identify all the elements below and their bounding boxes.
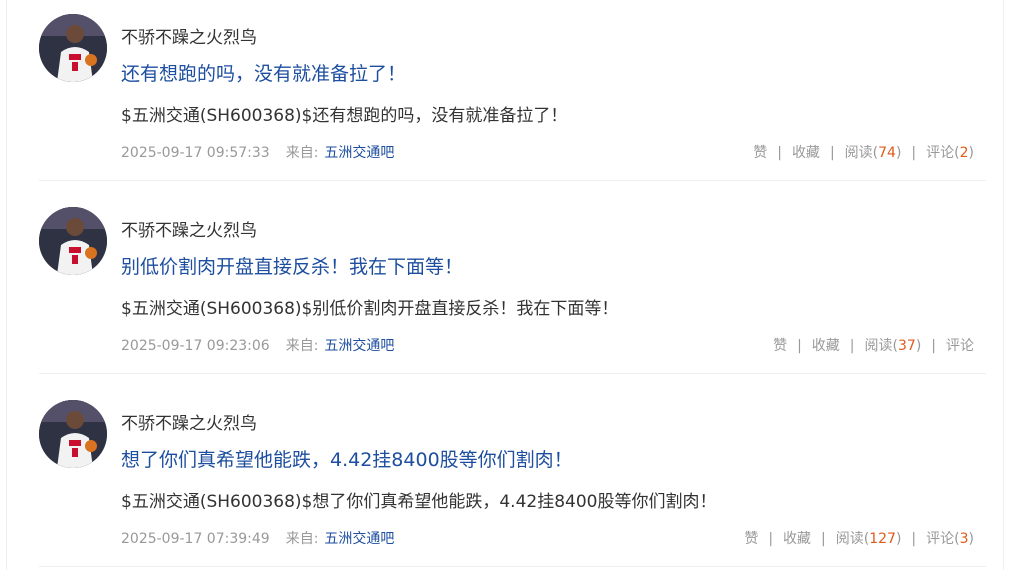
- action-separator: |: [821, 531, 826, 547]
- avatar[interactable]: [39, 207, 107, 275]
- comment-button[interactable]: 评论(2): [926, 145, 974, 161]
- author-name[interactable]: 不骄不躁之火烈鸟: [121, 414, 257, 434]
- favorite-button[interactable]: 收藏: [783, 531, 811, 547]
- action-separator: |: [849, 338, 855, 354]
- read-label: 阅读: [835, 531, 864, 547]
- comment-button[interactable]: 评论(3): [926, 531, 974, 547]
- comment-paren-close: ): [968, 145, 974, 161]
- read-count-value: 37: [897, 338, 916, 354]
- post-actions: 赞 | 收藏 | 阅读(37) | 评论: [773, 337, 974, 355]
- action-separator: |: [931, 338, 936, 354]
- post-divider: [39, 180, 986, 181]
- post-content: $五洲交通(SH600368)$还有想跑的吗，没有就准备拉了！: [121, 106, 568, 126]
- from-label: 来自:: [285, 145, 319, 161]
- post-item: 不骄不躁之火烈鸟 还有想跑的吗，没有就准备拉了！ $五洲交通(SH600368)…: [39, 0, 986, 193]
- like-button[interactable]: 赞: [744, 531, 758, 547]
- like-button[interactable]: 赞: [753, 145, 767, 161]
- avatar-image: [39, 400, 107, 468]
- comment-paren-close: ): [968, 531, 974, 547]
- author-name[interactable]: 不骄不躁之火烈鸟: [121, 28, 257, 48]
- feed-frame: 不骄不躁之火烈鸟 还有想跑的吗，没有就准备拉了！ $五洲交通(SH600368)…: [6, 0, 1004, 570]
- like-button[interactable]: 赞: [773, 338, 787, 354]
- read-paren-close: ): [915, 338, 922, 354]
- post-title[interactable]: 想了你们真希望他能跌，4.42挂8400股等你们割肉！: [121, 448, 573, 472]
- comment-button[interactable]: 评论: [946, 338, 974, 354]
- comment-count-value: 2: [959, 145, 969, 161]
- from-label: 来自:: [285, 531, 319, 547]
- post-content: $五洲交通(SH600368)$想了你们真希望他能跌，4.42挂8400股等你们…: [121, 492, 717, 512]
- comment-count-value: 3: [959, 531, 969, 547]
- action-separator: |: [768, 531, 774, 547]
- read-paren-close: ): [895, 531, 902, 547]
- source-link[interactable]: 五洲交通吧: [324, 145, 394, 161]
- comment-label: 评论: [946, 338, 974, 354]
- post-content: $五洲交通(SH600368)$别低价割肉开盘直接反杀！我在下面等！: [121, 299, 619, 319]
- post-item: 不骄不躁之火烈鸟 想了你们真希望他能跌，4.42挂8400股等你们割肉！ $五洲…: [39, 386, 986, 570]
- post-title[interactable]: 还有想跑的吗，没有就准备拉了！: [121, 62, 406, 86]
- from-label: 来自:: [285, 338, 319, 354]
- post-actions: 赞 | 收藏 | 阅读(127) | 评论(3): [744, 530, 974, 548]
- post-title[interactable]: 别低价割肉开盘直接反杀！我在下面等！: [121, 255, 463, 279]
- post-item: 不骄不躁之火烈鸟 别低价割肉开盘直接反杀！我在下面等！ $五洲交通(SH6003…: [39, 193, 986, 386]
- read-count-value: 74: [878, 145, 896, 161]
- post-meta: 2025-09-17 09:57:33 来自: 五洲交通吧: [121, 144, 394, 162]
- action-separator: |: [777, 145, 782, 161]
- avatar[interactable]: [39, 14, 107, 82]
- post-divider: [39, 566, 986, 567]
- comment-label: 评论: [926, 145, 955, 161]
- post-time: 2025-09-17 07:39:49: [121, 531, 270, 547]
- post-divider: [39, 373, 986, 374]
- favorite-button[interactable]: 收藏: [792, 145, 820, 161]
- comment-label: 评论: [926, 531, 955, 547]
- avatar[interactable]: [39, 400, 107, 468]
- avatar-image: [39, 14, 107, 82]
- action-separator: |: [911, 531, 917, 547]
- source-link[interactable]: 五洲交通吧: [324, 531, 394, 547]
- post-feed-page: 不骄不躁之火烈鸟 还有想跑的吗，没有就准备拉了！ $五洲交通(SH600368)…: [0, 0, 1010, 570]
- read-label: 阅读: [864, 338, 893, 354]
- action-separator: |: [829, 145, 835, 161]
- author-name[interactable]: 不骄不躁之火烈鸟: [121, 221, 257, 241]
- action-separator: |: [911, 145, 917, 161]
- avatar-image: [39, 207, 107, 275]
- post-meta: 2025-09-17 09:23:06 来自: 五洲交通吧: [121, 337, 394, 355]
- post-time: 2025-09-17 09:57:33: [121, 145, 270, 161]
- read-count[interactable]: 阅读(37): [865, 338, 922, 354]
- action-separator: |: [797, 338, 802, 354]
- post-actions: 赞 | 收藏 | 阅读(74) | 评论(2): [753, 144, 974, 162]
- read-paren-close: ): [895, 145, 902, 161]
- favorite-button[interactable]: 收藏: [812, 338, 840, 354]
- post-time: 2025-09-17 09:23:06: [121, 338, 270, 354]
- post-meta: 2025-09-17 07:39:49 来自: 五洲交通吧: [121, 530, 394, 548]
- read-count-value: 127: [869, 531, 896, 547]
- read-count[interactable]: 阅读(127): [836, 531, 902, 547]
- read-label: 阅读: [844, 145, 873, 161]
- read-count[interactable]: 阅读(74): [845, 145, 902, 161]
- source-link[interactable]: 五洲交通吧: [324, 338, 394, 354]
